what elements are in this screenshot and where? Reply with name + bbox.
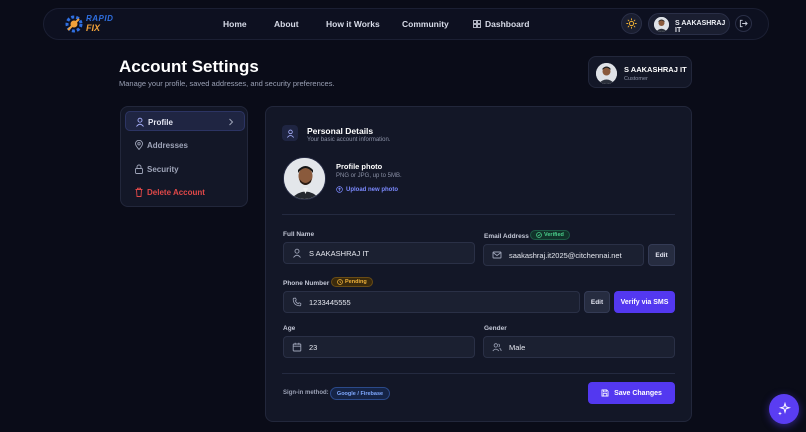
section-title: Personal Details xyxy=(307,126,374,136)
sun-icon xyxy=(626,18,637,29)
full-name-value: S AAKASHRAJ IT xyxy=(309,248,370,258)
nav-community-link[interactable]: Community xyxy=(402,19,449,29)
gender-label: Gender xyxy=(484,325,507,332)
phone-value: 1233445555 xyxy=(309,297,351,307)
pending-badge-label: Pending xyxy=(345,279,367,285)
grid-icon xyxy=(473,20,481,28)
calendar-icon xyxy=(292,342,302,352)
clock-icon xyxy=(337,279,343,285)
full-name-label: Full Name xyxy=(283,231,315,238)
phone-label: Phone Number xyxy=(283,280,330,287)
nav-home-link[interactable]: Home xyxy=(223,19,247,29)
save-icon xyxy=(601,389,609,397)
sparkle-icon xyxy=(778,402,791,416)
user-avatar xyxy=(654,17,669,32)
profile-role: Customer xyxy=(624,76,648,82)
nav-dashboard-link[interactable]: Dashboard xyxy=(473,19,529,29)
map-pin-icon xyxy=(135,140,143,150)
logout-button[interactable] xyxy=(735,15,752,32)
theme-toggle-button[interactable] xyxy=(621,13,642,34)
chevron-right-icon xyxy=(229,118,234,126)
brand-name-line1: RAPID xyxy=(86,14,114,23)
photo-title: Profile photo xyxy=(336,162,383,171)
user-icon xyxy=(136,117,144,127)
verified-badge: Verified xyxy=(530,230,570,240)
full-name-input[interactable]: S AAKASHRAJ IT xyxy=(283,242,475,264)
sidebar-item-addresses[interactable]: Addresses xyxy=(125,135,245,155)
user-menu-button[interactable]: S AAKASHRAJ IT xyxy=(648,13,730,35)
sidebar-item-label: Profile xyxy=(148,118,173,127)
profile-name: S AAKASHRAJ IT xyxy=(624,65,687,74)
gear-logo-icon xyxy=(65,15,83,33)
pending-badge: Pending xyxy=(331,277,373,287)
sidebar-item-label: Addresses xyxy=(147,141,188,150)
sidebar-item-profile[interactable]: Profile xyxy=(125,111,245,131)
sidebar-item-label: Delete Account xyxy=(147,188,205,197)
brand-name-line2: FIX xyxy=(86,23,101,33)
page-title: Account Settings xyxy=(119,57,259,76)
gender-value: Male xyxy=(509,342,526,352)
users-icon xyxy=(492,343,502,352)
signin-method-label: Sign-in method: xyxy=(283,390,329,396)
logout-icon xyxy=(739,19,748,28)
phone-field[interactable]: 1233445555 xyxy=(283,291,580,313)
brand-logo[interactable]: RAPID FIX xyxy=(64,13,124,35)
sidebar-item-label: Security xyxy=(147,165,179,174)
section-subtitle: Your basic account information. xyxy=(307,137,391,143)
verified-badge-label: Verified xyxy=(544,232,564,238)
lock-icon xyxy=(135,164,143,174)
age-label: Age xyxy=(283,325,296,332)
assistant-fab-button[interactable] xyxy=(769,394,799,424)
age-value: 23 xyxy=(309,342,318,352)
profile-avatar xyxy=(596,63,617,84)
nav-how-it-works-link[interactable]: How it Works xyxy=(326,19,380,29)
mail-icon xyxy=(492,251,502,259)
divider xyxy=(282,214,675,215)
verify-sms-button[interactable]: Verify via SMS xyxy=(614,291,675,313)
edit-phone-button[interactable]: Edit xyxy=(584,291,610,313)
upload-icon xyxy=(336,186,343,193)
page-subtitle: Manage your profile, saved addresses, an… xyxy=(119,79,335,88)
age-field[interactable]: 23 xyxy=(283,336,475,358)
sidebar-item-delete-account[interactable]: Delete Account xyxy=(125,182,245,202)
nav-about-link[interactable]: About xyxy=(274,19,299,29)
save-changes-button[interactable]: Save Changes xyxy=(588,382,675,404)
profile-summary-card: S AAKASHRAJ IT Customer xyxy=(588,56,692,88)
user-icon xyxy=(286,129,294,138)
gender-select[interactable]: Male xyxy=(483,336,675,358)
user-name: S AAKASHRAJ IT xyxy=(675,20,726,34)
phone-icon xyxy=(292,297,302,307)
profile-photo xyxy=(283,157,326,200)
check-circle-icon xyxy=(536,232,542,238)
upload-photo-link[interactable]: Upload new photo xyxy=(336,186,398,193)
edit-email-button[interactable]: Edit xyxy=(648,244,675,266)
upload-photo-label: Upload new photo xyxy=(346,186,398,193)
email-value: saakashraj.it2025@citchennai.net xyxy=(509,250,622,260)
settings-sidebar: Profile Addresses Security Delete Accoun… xyxy=(120,106,248,207)
email-label: Email Address xyxy=(484,233,529,240)
email-field[interactable]: saakashraj.it2025@citchennai.net xyxy=(483,244,644,266)
save-changes-label: Save Changes xyxy=(614,389,662,397)
sidebar-item-security[interactable]: Security xyxy=(125,159,245,179)
signin-method-badge: Google / Firebase xyxy=(330,387,390,400)
section-icon xyxy=(282,125,298,141)
photo-hint: PNG or JPG, up to 5MB. xyxy=(336,173,402,179)
nav-dashboard-label: Dashboard xyxy=(485,19,530,29)
trash-icon xyxy=(135,187,143,197)
user-icon xyxy=(293,248,301,258)
divider xyxy=(282,373,675,374)
